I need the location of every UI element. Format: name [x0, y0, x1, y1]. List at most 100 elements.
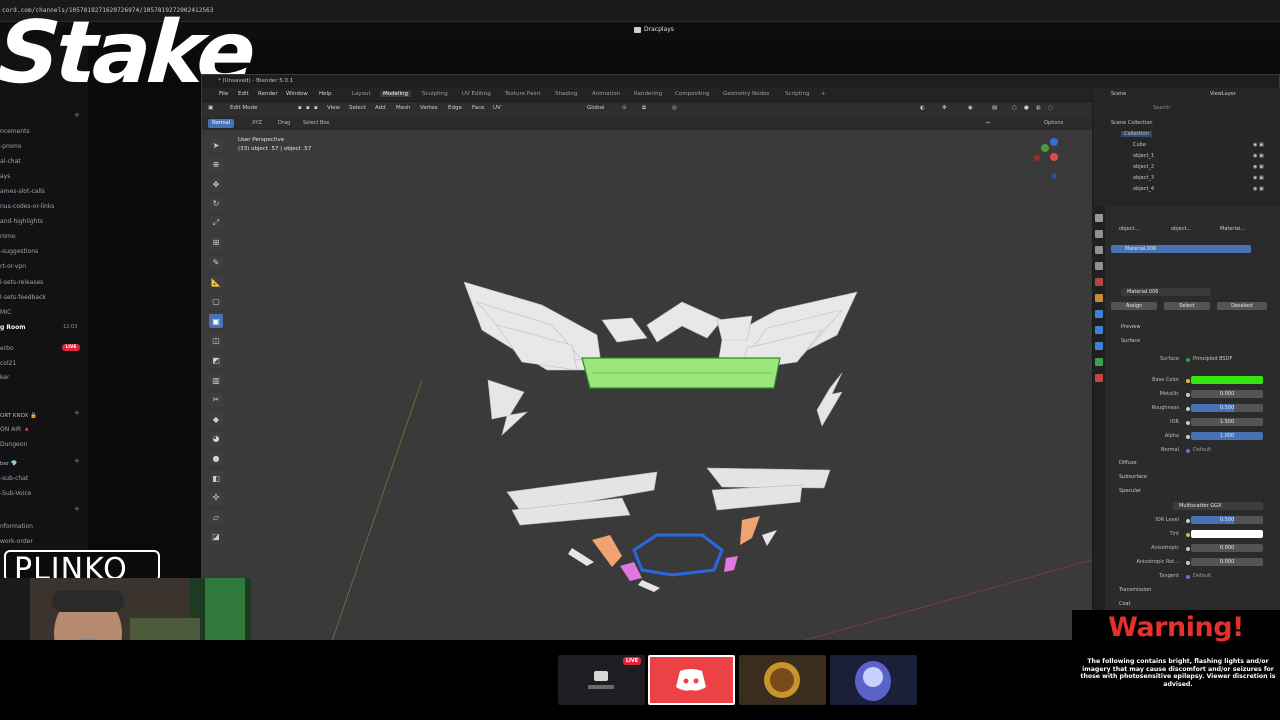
outliner-item[interactable]: object_4 — [1133, 186, 1154, 192]
rotate-tool-icon[interactable]: ↻ — [209, 196, 223, 211]
ior-level-field[interactable]: 0.500 — [1191, 516, 1263, 524]
preview-section[interactable]: Preview — [1121, 324, 1140, 330]
menu-window[interactable]: Window — [286, 91, 308, 97]
channel-item[interactable]: romo — [0, 233, 16, 240]
transmission-section[interactable]: Transmission — [1119, 587, 1151, 593]
3d-viewport[interactable]: User Perspective (33) object .57 | objec… — [202, 130, 1092, 641]
tab-compositing[interactable]: Compositing — [675, 91, 709, 97]
channel-item[interactable]: -Sub-Voice — [0, 490, 31, 497]
channel-item[interactable]: al-chat — [0, 158, 21, 165]
material-tab-icon[interactable] — [1095, 374, 1103, 382]
discord-tile[interactable] — [648, 655, 735, 705]
annotate-tool-icon[interactable]: ✎ — [209, 255, 223, 270]
menu-face[interactable]: Face — [472, 105, 484, 111]
cursor-tool-icon[interactable]: ⊕ — [209, 157, 223, 172]
add-channel-icon[interactable]: + — [74, 111, 80, 119]
tab-geometry-nodes[interactable]: Geometry Nodes — [723, 91, 769, 97]
tab-layout[interactable]: Layout — [352, 91, 371, 97]
proportional-edit-icon[interactable]: ◎ — [672, 105, 677, 111]
tab-shading[interactable]: Shading — [555, 91, 577, 97]
channel-item[interactable]: ORT KNOX 🔒 — [0, 413, 37, 419]
menu-render[interactable]: Render — [258, 91, 278, 97]
tab-texture-paint[interactable]: Texture Paint — [505, 91, 541, 97]
material-name-field[interactable]: Material.006 — [1121, 288, 1211, 296]
poly-build-tool-icon[interactable]: ◆ — [209, 412, 223, 427]
rip-tool-icon[interactable]: ◪ — [209, 529, 223, 544]
subsurface-section[interactable]: Subsurface — [1119, 474, 1147, 480]
menu-vertex[interactable]: Vertex — [420, 105, 438, 111]
add-channel-icon[interactable]: + — [74, 457, 80, 465]
ior-field[interactable]: 1.500 — [1191, 418, 1263, 426]
select-box-dropdown[interactable]: Select Box — [303, 120, 329, 126]
channel-item[interactable]: nus-codes-or-links — [0, 203, 54, 210]
deselect-button[interactable]: Deselect — [1217, 302, 1267, 310]
data-tab-icon[interactable] — [1095, 358, 1103, 366]
add-channel-icon[interactable]: + — [74, 505, 80, 513]
knife-tool-icon[interactable]: ✂ — [209, 392, 223, 407]
overlay-icon[interactable]: ◉ — [968, 105, 973, 111]
shrink-fatten-tool-icon[interactable]: ✣ — [209, 490, 223, 505]
menu-help[interactable]: Help — [319, 91, 332, 97]
visibility-toggle-icon[interactable]: ◉ ▣ — [1253, 175, 1264, 181]
spin-tool-icon[interactable]: ◕ — [209, 431, 223, 446]
channel-item[interactable]: erbo — [0, 345, 14, 352]
menu-edit[interactable]: Edit — [238, 91, 249, 97]
visibility-toggle-icon[interactable]: ◉ ▣ — [1253, 142, 1264, 148]
xray-icon[interactable]: ▤ — [992, 105, 997, 111]
shading-material-icon[interactable]: ◍ — [1036, 105, 1041, 111]
channel-item[interactable]: ncements — [0, 128, 30, 135]
select-button[interactable]: Select — [1164, 302, 1210, 310]
channel-item[interactable]: nformation — [0, 523, 33, 530]
xyz-button[interactable]: XYZ — [252, 120, 262, 126]
menu-select[interactable]: Select — [349, 105, 366, 111]
edge-slide-tool-icon[interactable]: ◧ — [209, 471, 223, 486]
channel-item[interactable]: ker — [0, 374, 9, 381]
shading-rendered-icon[interactable]: ◌ — [1048, 105, 1053, 111]
render-tab-icon[interactable] — [1095, 230, 1103, 238]
channel-item[interactable]: ber 💎 — [0, 461, 18, 467]
channel-item[interactable]: ames-slot-calls — [0, 188, 45, 195]
tint-swatch[interactable] — [1191, 530, 1263, 538]
menu-file[interactable]: File — [219, 91, 228, 97]
visibility-toggle-icon[interactable]: ◉ ▣ — [1253, 186, 1264, 192]
alpha-field[interactable]: 1.000 — [1191, 432, 1263, 440]
scene-tab-icon[interactable] — [1095, 278, 1103, 286]
tab-uv-editing[interactable]: UV Editing — [462, 91, 491, 97]
measure-tool-icon[interactable]: 📐 — [209, 275, 223, 290]
game-tile-2[interactable] — [830, 655, 917, 705]
channel-item[interactable]: rt-or-vpn — [0, 263, 26, 270]
channel-item[interactable]: -suggestions — [0, 248, 38, 255]
tangent-value[interactable]: Default — [1193, 573, 1211, 579]
editor-type-icon[interactable]: ▣ — [208, 105, 213, 111]
visibility-toggle-icon[interactable]: ◉ ▣ — [1253, 164, 1264, 170]
transform-tool-icon[interactable]: ⊞ — [209, 235, 223, 250]
object-tab-icon[interactable] — [1095, 294, 1103, 302]
roughness-field[interactable]: 0.500 — [1191, 404, 1263, 412]
assign-button[interactable]: Assign — [1111, 302, 1157, 310]
tab-scripting[interactable]: Scripting — [785, 91, 809, 97]
breadcrumb-object-2[interactable]: object... — [1171, 226, 1191, 232]
visibility-toggle-icon[interactable]: ◉ ▣ — [1253, 153, 1264, 159]
output-tab-icon[interactable] — [1095, 246, 1103, 254]
material-slot-row[interactable]: Material.006 — [1111, 245, 1251, 253]
diffuse-section[interactable]: Diffuse — [1119, 460, 1137, 466]
gizmo-icon[interactable]: ✥ — [942, 105, 947, 111]
move-tool-icon[interactable]: ✥ — [209, 177, 223, 192]
menu-view[interactable]: View — [327, 105, 340, 111]
collection-row[interactable]: Collection — [1121, 131, 1152, 137]
smooth-tool-icon[interactable]: ● — [209, 451, 223, 466]
channel-item[interactable]: g Room — [0, 324, 26, 331]
menu-uv[interactable]: UV — [493, 105, 501, 111]
anisotropic-field[interactable]: 0.000 — [1191, 544, 1263, 552]
channel-item[interactable]: and-highlights — [0, 218, 43, 225]
scene-select[interactable]: Scene — [1111, 91, 1126, 97]
channel-item[interactable]: col21 — [0, 360, 16, 367]
tab-animation[interactable]: Animation — [592, 91, 620, 97]
channel-item[interactable]: ays — [0, 173, 10, 180]
snap-icon[interactable]: ⧉ — [642, 105, 646, 112]
shading-solid-icon[interactable]: ● — [1024, 105, 1029, 111]
base-color-swatch[interactable] — [1191, 376, 1263, 384]
coat-section[interactable]: Coat — [1119, 601, 1131, 607]
shear-tool-icon[interactable]: ▱ — [209, 510, 223, 525]
outliner-item[interactable]: object_1 — [1133, 153, 1154, 159]
